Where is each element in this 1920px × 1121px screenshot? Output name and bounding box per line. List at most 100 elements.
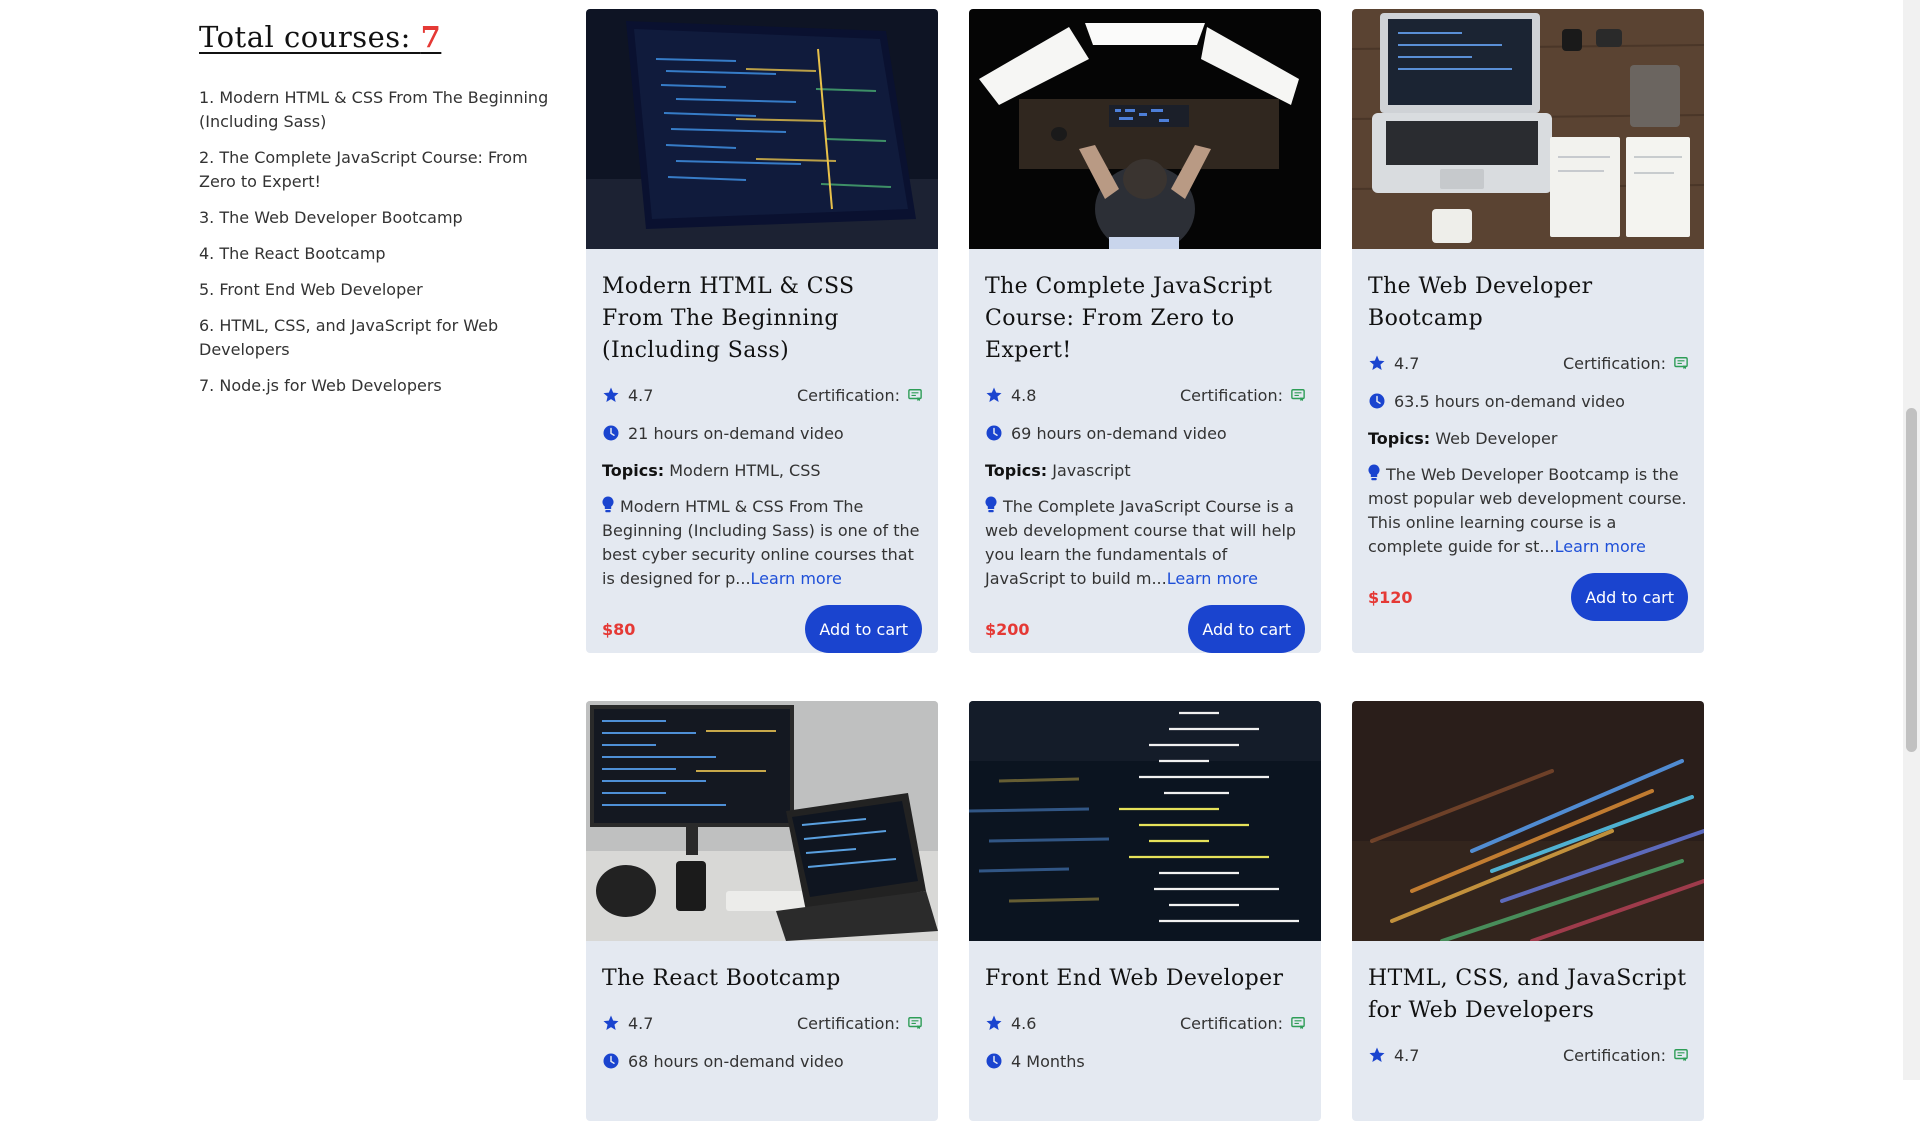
rating: 4.7: [602, 386, 653, 405]
star-icon: [986, 387, 1002, 402]
course-title[interactable]: The Complete JavaScript Course: From Zer…: [985, 271, 1305, 367]
clock-icon: [986, 1053, 1002, 1069]
course-description: The Complete JavaScript Course is a web …: [985, 495, 1305, 591]
learn-more-link[interactable]: Learn more: [751, 569, 842, 588]
duration-row: 4 Months: [985, 1049, 1305, 1073]
certification-label: Certification:: [1179, 1013, 1283, 1033]
course-card: The Complete JavaScript Course: From Zer…: [969, 9, 1321, 653]
rating-row: 4.7 Certification:: [602, 383, 922, 407]
certification-label: Certification:: [796, 1013, 900, 1033]
star-icon: [1369, 355, 1385, 370]
course-title[interactable]: Modern HTML & CSS From The Beginning (In…: [602, 271, 922, 367]
topics-value: Web Developer: [1435, 429, 1558, 448]
certification: Certification:: [797, 386, 922, 405]
price: $120: [1368, 587, 1413, 607]
price: $80: [602, 619, 636, 639]
star-icon: [603, 1015, 619, 1030]
course-image: [1352, 701, 1704, 941]
duration-text: 4 Months: [1011, 1051, 1085, 1071]
learn-more-link[interactable]: Learn more: [1167, 569, 1258, 588]
course-list-item[interactable]: 5. Front End Web Developer: [199, 278, 549, 302]
add-to-cart-button[interactable]: Add to cart: [1571, 573, 1688, 621]
course-list-item[interactable]: 7. Node.js for Web Developers: [199, 374, 549, 398]
course-description: The Web Developer Bootcamp is the most p…: [1368, 463, 1688, 559]
rating-row: 4.7 Certification:: [1368, 351, 1688, 375]
rating: 4.6: [985, 1014, 1036, 1033]
lightbulb-icon: [1368, 464, 1380, 481]
course-list-item[interactable]: 2. The Complete JavaScript Course: From …: [199, 146, 549, 194]
course-list-item[interactable]: 6. HTML, CSS, and JavaScript for Web Dev…: [199, 314, 549, 362]
add-to-cart-button[interactable]: Add to cart: [805, 605, 922, 653]
duration-text: 69 hours on-demand video: [1011, 423, 1227, 443]
course-title[interactable]: The React Bootcamp: [602, 963, 922, 995]
course-list-item[interactable]: 1. Modern HTML & CSS From The Beginning …: [199, 86, 549, 134]
topics-label: Topics:: [1368, 429, 1431, 448]
course-image: [586, 9, 938, 249]
course-title[interactable]: The Web Developer Bootcamp: [1368, 271, 1688, 335]
clock-icon: [1369, 393, 1385, 409]
certification: Certification:: [797, 1014, 922, 1033]
duration-text: 63.5 hours on-demand video: [1394, 391, 1625, 411]
course-title[interactable]: Front End Web Developer: [985, 963, 1305, 995]
rating-row: 4.8 Certification:: [985, 383, 1305, 407]
rating-row: 4.6 Certification:: [985, 1011, 1305, 1035]
duration-text: 68 hours on-demand video: [628, 1051, 844, 1071]
duration-row: 68 hours on-demand video: [602, 1049, 922, 1073]
rating: 4.7: [602, 1014, 653, 1033]
certificate-icon: [908, 389, 922, 402]
certificate-icon: [1291, 1017, 1305, 1030]
topics-value: Modern HTML, CSS: [669, 461, 821, 480]
certification-label: Certification:: [796, 385, 900, 405]
price: $200: [985, 619, 1030, 639]
card-body: Front End Web Developer 4.6 Certificatio…: [969, 941, 1321, 1089]
certificate-icon: [1291, 389, 1305, 402]
card-body: The Complete JavaScript Course: From Zer…: [969, 249, 1321, 653]
course-list-item[interactable]: 4. The React Bootcamp: [199, 242, 549, 266]
rating-value: 4.7: [628, 1013, 654, 1033]
course-list-item[interactable]: 3. The Web Developer Bootcamp: [199, 206, 549, 230]
course-card: The React Bootcamp 4.7 Certification: 68…: [586, 701, 938, 1121]
card-footer: $200 Add to cart: [985, 605, 1305, 653]
card-footer: $120 Add to cart: [1368, 573, 1688, 621]
course-description: Modern HTML & CSS From The Beginning (In…: [602, 495, 922, 591]
rating: 4.8: [985, 386, 1036, 405]
course-card: HTML, CSS, and JavaScript for Web Develo…: [1352, 701, 1704, 1121]
topics-value: Javascript: [1052, 461, 1131, 480]
course-image: [586, 701, 938, 941]
page-scrollbar[interactable]: [1903, 0, 1920, 1080]
certificate-icon: [1674, 1049, 1688, 1062]
course-title[interactable]: HTML, CSS, and JavaScript for Web Develo…: [1368, 963, 1688, 1027]
duration-row: 63.5 hours on-demand video: [1368, 389, 1688, 413]
duration-row: 69 hours on-demand video: [985, 421, 1305, 445]
scrollbar-thumb[interactable]: [1906, 408, 1917, 752]
topics-label: Topics:: [602, 461, 665, 480]
duration-text: 21 hours on-demand video: [628, 423, 844, 443]
rating-value: 4.8: [1011, 385, 1037, 405]
course-sidebar: Total courses: 7 1. Modern HTML & CSS Fr…: [199, 20, 549, 410]
card-body: Modern HTML & CSS From The Beginning (In…: [586, 249, 938, 653]
learn-more-link[interactable]: Learn more: [1555, 537, 1646, 556]
course-card: Modern HTML & CSS From The Beginning (In…: [586, 9, 938, 653]
certification: Certification:: [1180, 386, 1305, 405]
total-courses-label: Total courses:: [199, 20, 421, 54]
add-to-cart-button[interactable]: Add to cart: [1188, 605, 1305, 653]
certification-label: Certification:: [1562, 353, 1666, 373]
course-image: [969, 701, 1321, 941]
rating-row: 4.7 Certification:: [602, 1011, 922, 1035]
rating: 4.7: [1368, 354, 1419, 373]
rating-value: 4.6: [1011, 1013, 1037, 1033]
certification: Certification:: [1563, 354, 1688, 373]
card-body: The Web Developer Bootcamp 4.7 Certifica…: [1352, 249, 1704, 637]
certification-label: Certification:: [1179, 385, 1283, 405]
rating-value: 4.7: [628, 385, 654, 405]
course-image: [969, 9, 1321, 249]
rating-value: 4.7: [1394, 1045, 1420, 1065]
lightbulb-icon: [602, 496, 614, 513]
topics-label: Topics:: [985, 461, 1048, 480]
certification: Certification:: [1180, 1014, 1305, 1033]
star-icon: [986, 1015, 1002, 1030]
course-card: Front End Web Developer 4.6 Certificatio…: [969, 701, 1321, 1121]
duration-row: 21 hours on-demand video: [602, 421, 922, 445]
star-icon: [603, 387, 619, 402]
total-courses-heading: Total courses: 7: [199, 20, 549, 54]
